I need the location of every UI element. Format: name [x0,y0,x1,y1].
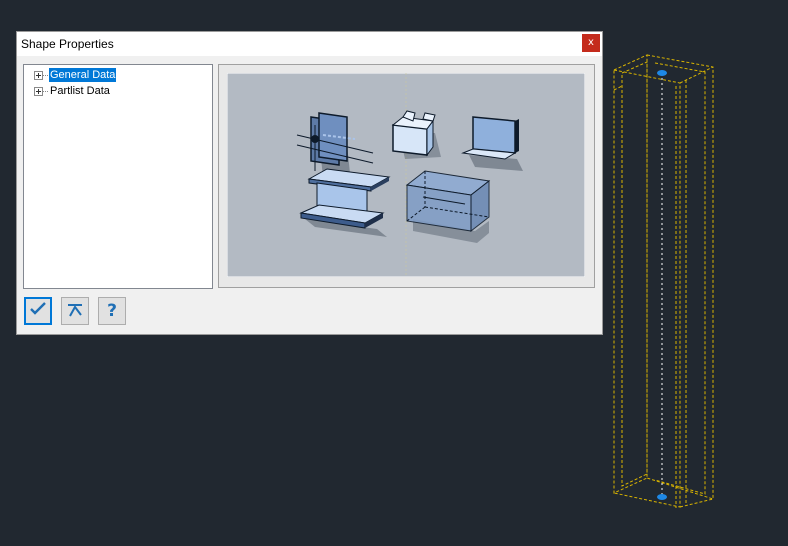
tree-item-label[interactable]: General Data [49,68,117,82]
bottom-grip-handle[interactable] [657,494,667,500]
help-icon: ? [107,300,117,321]
pick-button[interactable] [61,297,89,325]
properties-tree[interactable]: General Data Partlist Data [23,64,213,289]
pick-cursor-icon [66,301,84,322]
title-bar[interactable]: Shape Properties x [17,32,602,56]
shape-preview-panel [218,64,595,288]
dialog-title: Shape Properties [21,37,114,51]
steel-column-wireframe[interactable] [613,54,714,508]
checkmark-icon [29,301,47,321]
shapes-illustration [227,73,585,277]
tree-connector [43,75,48,76]
ok-button[interactable] [24,297,52,325]
close-button[interactable]: x [582,34,600,52]
tree-item-label[interactable]: Partlist Data [49,84,111,98]
expand-icon[interactable] [34,71,43,80]
expand-icon[interactable] [34,87,43,96]
tree-connector [43,91,48,92]
shape-properties-dialog: Shape Properties x General Data Partlist… [17,32,602,334]
top-grip-handle[interactable] [657,70,667,76]
help-button[interactable]: ? [98,297,126,325]
